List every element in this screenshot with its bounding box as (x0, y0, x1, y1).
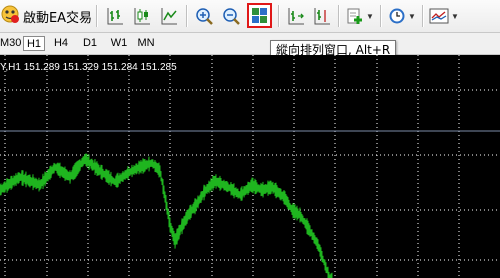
timeframe-w1[interactable]: W1 (109, 36, 129, 51)
toolbar-separator (380, 5, 381, 27)
timeframe-h1[interactable]: H1 (23, 36, 45, 51)
toolbar-separator (186, 5, 187, 27)
bar-chart-icon (107, 8, 123, 25)
tile-vertically-button[interactable] (247, 3, 272, 28)
indicators-button[interactable]: ▼ (343, 4, 377, 28)
add-indicator-icon (347, 8, 363, 24)
tile-windows-icon (252, 8, 267, 23)
line-chart-button[interactable] (157, 4, 181, 28)
template-icon (429, 8, 449, 24)
bar-chart-button[interactable] (103, 4, 127, 28)
timeframe-h4[interactable]: H4 (51, 36, 71, 51)
toolbar-separator (96, 5, 97, 27)
chart-shift-button[interactable] (310, 4, 334, 28)
ea-robot-icon (0, 4, 20, 29)
chart-header: Y,H1 151.289 151.329 151.284 151.285 (0, 62, 177, 73)
auto-scroll-button[interactable] (284, 4, 308, 28)
start-ea-button[interactable]: 啟動EA交易 (0, 4, 92, 28)
timeframe-mn[interactable]: MN (135, 36, 157, 51)
auto-scroll-icon (288, 8, 304, 25)
chart-canvas (0, 55, 500, 278)
candlestick-button[interactable] (130, 4, 154, 28)
price-series (0, 153, 333, 278)
clock-icon (389, 8, 405, 24)
toolbar-separator (422, 5, 423, 27)
chevron-down-icon: ▼ (366, 11, 374, 21)
periods-button[interactable]: ▼ (385, 4, 419, 28)
main-toolbar: 啟動EA交易 ▼ ▼ ▼ (0, 0, 500, 33)
toolbar-separator (278, 5, 279, 27)
zoom-in-button[interactable] (192, 4, 216, 28)
candlestick-icon (134, 8, 150, 25)
timeframe-d1[interactable]: D1 (80, 36, 100, 51)
timeframe-toolbar: M30 H1 H4 D1 W1 MN (0, 33, 500, 55)
zoom-out-button[interactable] (219, 4, 243, 28)
line-chart-icon (161, 8, 177, 25)
chevron-down-icon: ▼ (451, 11, 459, 21)
zoom-out-icon (223, 8, 240, 25)
chart-shift-icon (314, 8, 330, 25)
start-ea-label: 啟動EA交易 (22, 10, 93, 26)
toolbar-separator (338, 5, 339, 27)
chevron-down-icon: ▼ (408, 11, 416, 21)
timeframe-m30[interactable]: M30 (0, 36, 21, 51)
zoom-in-icon (196, 8, 213, 25)
price-chart[interactable]: Y,H1 151.289 151.329 151.284 151.285 (0, 55, 500, 278)
templates-button[interactable]: ▼ (427, 4, 461, 28)
